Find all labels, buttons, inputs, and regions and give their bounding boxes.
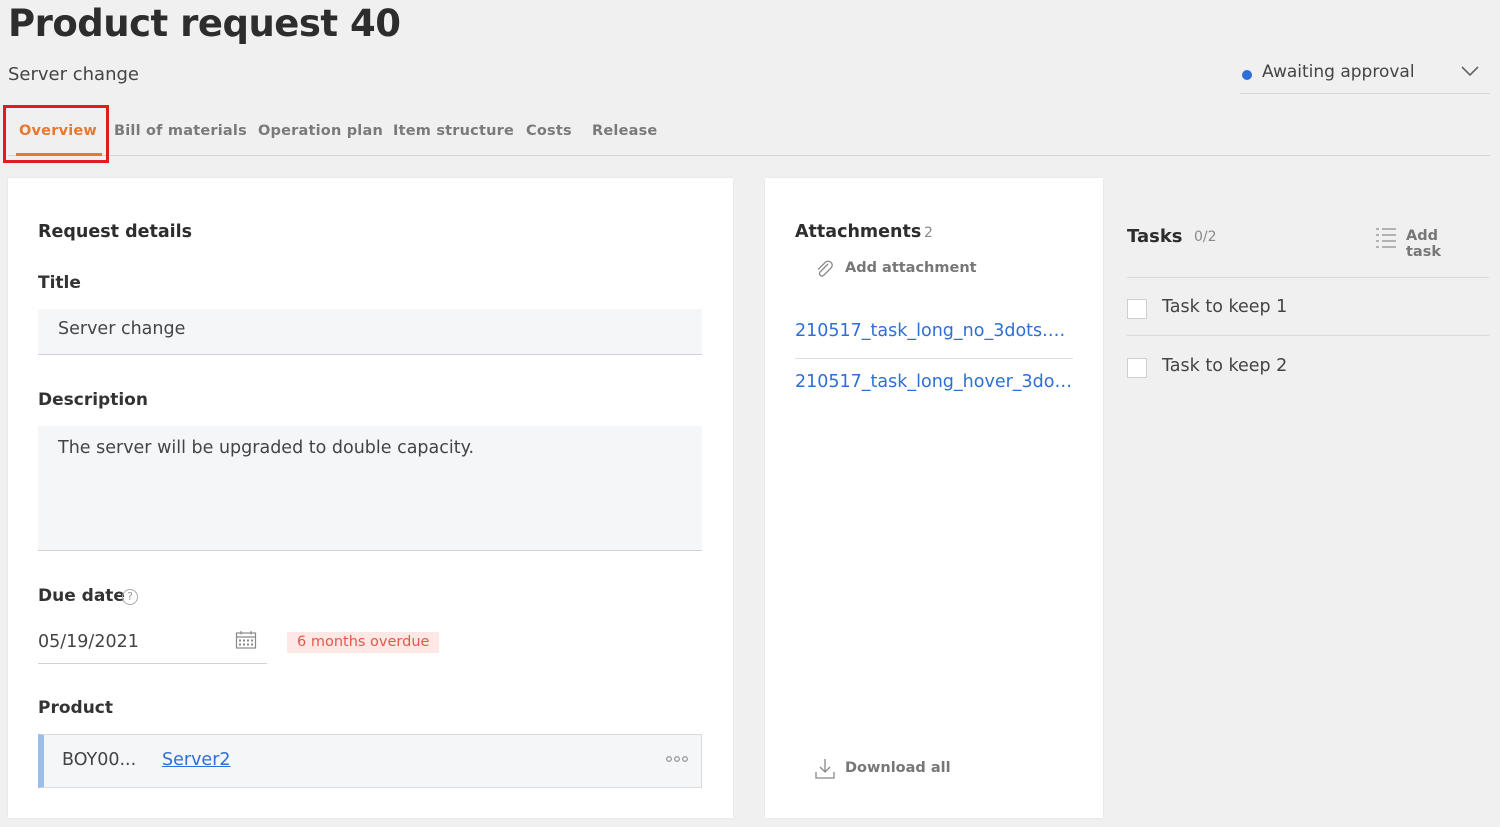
divider bbox=[1127, 335, 1489, 336]
add-task-button[interactable]: Add task bbox=[1375, 226, 1475, 260]
product-link[interactable]: Server2 bbox=[162, 750, 231, 770]
attachments-heading: Attachments bbox=[795, 222, 922, 242]
page-subtitle: Server change bbox=[8, 64, 139, 85]
tasks-count: 0/2 bbox=[1194, 229, 1217, 245]
description-textarea[interactable]: The server will be upgraded to double ca… bbox=[38, 426, 702, 551]
tasks-heading: Tasks bbox=[1127, 226, 1183, 247]
status-label: Awaiting approval bbox=[1262, 62, 1415, 82]
chevron-down-icon bbox=[1461, 66, 1479, 77]
task-label: Task to keep 1 bbox=[1162, 297, 1288, 317]
page: Product request 40 Server change Awaitin… bbox=[0, 0, 1500, 827]
due-date-input[interactable]: 05/19/2021 bbox=[38, 626, 267, 664]
description-label: Description bbox=[38, 390, 148, 410]
add-attachment-label: Add attachment bbox=[845, 260, 977, 276]
paperclip-icon bbox=[817, 260, 833, 277]
divider bbox=[1127, 277, 1489, 278]
status-dot-icon bbox=[1242, 70, 1252, 80]
download-icon bbox=[815, 759, 835, 779]
divider bbox=[795, 358, 1073, 359]
task-checkbox[interactable] bbox=[1127, 358, 1147, 378]
tab-operation-plan[interactable]: Operation plan bbox=[258, 123, 383, 139]
attachments-card: Attachments 2 Add attachment 210517_task… bbox=[765, 178, 1103, 818]
title-input[interactable]: Server change bbox=[38, 309, 702, 355]
product-row: BOY00... Server2 bbox=[38, 734, 702, 788]
attachment-link[interactable]: 210517_task_long_hover_3dots.png bbox=[795, 372, 1075, 392]
task-item: Task to keep 2 bbox=[1127, 356, 1489, 396]
title-value: Server change bbox=[58, 319, 186, 339]
more-options-icon[interactable] bbox=[665, 753, 689, 765]
tab-release[interactable]: Release bbox=[592, 123, 657, 139]
status-dropdown[interactable]: Awaiting approval bbox=[1240, 58, 1490, 94]
task-checkbox[interactable] bbox=[1127, 299, 1147, 319]
download-all-label: Download all bbox=[845, 760, 951, 776]
attachment-link[interactable]: 210517_task_long_no_3dots.png bbox=[795, 321, 1075, 341]
checklist-icon bbox=[1376, 228, 1396, 248]
help-icon[interactable]: ? bbox=[122, 589, 138, 605]
page-title: Product request 40 bbox=[8, 2, 401, 45]
active-tab-indicator bbox=[16, 153, 102, 156]
attachments-count: 2 bbox=[924, 225, 933, 241]
tab-bill-of-materials[interactable]: Bill of materials bbox=[114, 123, 247, 139]
product-label: Product bbox=[38, 698, 113, 718]
request-details-heading: Request details bbox=[38, 222, 193, 242]
calendar-icon[interactable] bbox=[235, 630, 257, 650]
task-label: Task to keep 2 bbox=[1162, 356, 1288, 376]
add-task-label: Add task bbox=[1406, 228, 1441, 260]
product-code: BOY00... bbox=[62, 750, 137, 770]
title-label: Title bbox=[38, 273, 81, 293]
tab-bar: Overview Bill of materials Operation pla… bbox=[8, 110, 1490, 156]
due-date-label: Due date bbox=[38, 586, 125, 606]
due-date-value: 05/19/2021 bbox=[38, 632, 139, 652]
description-value: The server will be upgraded to double ca… bbox=[58, 438, 475, 458]
tab-overview[interactable]: Overview bbox=[19, 123, 97, 139]
download-all-button[interactable]: Download all bbox=[815, 758, 965, 782]
overdue-badge: 6 months overdue bbox=[287, 632, 440, 653]
task-item: Task to keep 1 bbox=[1127, 297, 1489, 337]
request-details-card: Request details Title Server change Desc… bbox=[8, 178, 733, 818]
add-attachment-button[interactable]: Add attachment bbox=[815, 259, 985, 281]
tab-item-structure[interactable]: Item structure bbox=[393, 123, 514, 139]
tab-costs[interactable]: Costs bbox=[526, 123, 572, 139]
